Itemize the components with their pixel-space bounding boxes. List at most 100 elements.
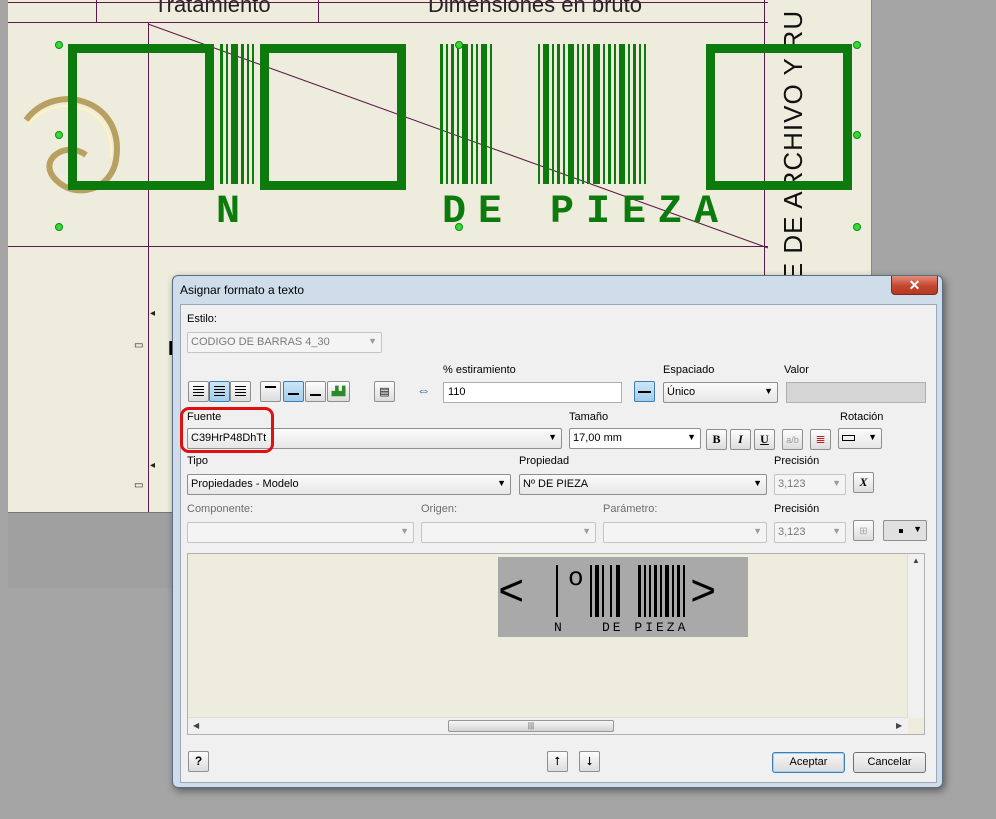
source-dropdown[interactable]: ▼ [421,522,596,543]
scroll-up-icon[interactable]: ▲ [912,556,920,565]
preview-text-n: N [554,620,565,635]
property-dropdown[interactable]: Nº DE PIEZA ▼ [519,474,767,495]
preview-bar [590,565,592,617]
style-dropdown[interactable]: CODIGO DE BARRAS 4_30 ▼ [187,332,382,353]
dimension-arrow-icon: ◂ [150,460,156,471]
accept-button[interactable]: Aceptar [772,752,845,773]
stack-fraction-button[interactable]: a/b [782,429,803,450]
chevron-down-icon: ▼ [687,432,696,442]
text-color-button[interactable]: ≣ [810,429,831,450]
preview-o-char: o [568,563,584,593]
type-dropdown[interactable]: Propiedades - Modelo ▼ [187,474,511,495]
align-center-icon [214,386,225,397]
insert-param-icon: ⊞ [859,526,868,537]
font-dropdown[interactable]: C39HrP48DhTt ▼ [187,428,562,449]
precision-dropdown[interactable]: 3,123 ▼ [774,474,846,495]
valign-middle-icon [288,393,299,395]
preview-text-de-pieza: DE PIEZA [602,620,689,635]
value-input[interactable] [786,382,926,403]
selection-grip[interactable] [853,131,861,139]
type-value: Propiedades - Modelo [191,478,299,490]
property-label: Propiedad [519,455,570,467]
selection-grip[interactable] [455,41,463,49]
text-frame-button[interactable]: ▤ [374,381,395,402]
add-parameter-button[interactable]: X [853,472,874,493]
baseline-button[interactable]: ▟▟ [327,381,350,402]
symbol-dropdown[interactable]: ▼ [883,520,927,541]
preview-bar [595,565,599,617]
chevron-down-icon: ▼ [832,478,841,488]
style-value: CODIGO DE BARRAS 4_30 [191,336,330,348]
align-right-icon [235,386,246,397]
selection-grip[interactable] [55,223,63,231]
scroll-thumb[interactable]: ||| [448,720,614,732]
close-button[interactable]: ✕ [891,276,938,295]
preview-bar [616,565,620,617]
preview-bar [610,565,612,617]
chevron-down-icon: ▼ [913,524,922,534]
preview-bar [654,565,657,617]
text-preview-area[interactable]: < o > N DE PIEZA ▲ ◀ ||| ▶ [187,553,925,735]
spacing-dropdown[interactable]: Único ▼ [663,382,778,403]
preview-horizontal-scrollbar[interactable]: ◀ ||| ▶ [188,717,908,734]
stretch-fit-button[interactable]: ⇔ [413,381,434,402]
spacing-icon [638,390,651,393]
precision-value: 3,123 [778,478,806,490]
cancel-button[interactable]: Cancelar [853,752,926,773]
add-parameter-disabled-button[interactable]: ⊞ [853,520,874,541]
spacing-label: Espaciado [663,364,715,376]
chevron-down-icon: ▼ [368,336,377,346]
precision2-dropdown[interactable]: 3,123 ▼ [774,522,846,543]
barcode-frame-box [260,44,406,190]
underline-button[interactable]: U [754,429,775,450]
size-dropdown[interactable]: 17,00 mm ▼ [569,428,701,449]
chevron-down-icon: ▼ [400,526,409,536]
type-label: Tipo [187,455,208,467]
valign-bottom-icon [310,394,321,396]
scroll-right-icon[interactable]: ▶ [896,721,902,730]
barcode-text-n: N [216,190,253,235]
barcode-preview: < o > N DE PIEZA [498,557,748,637]
component-dropdown[interactable]: ▼ [187,522,414,543]
valign-bottom-button[interactable] [305,381,326,402]
selection-grip[interactable] [853,41,861,49]
italic-button[interactable]: I [730,429,751,450]
arrow-down-icon: ⭣ [586,754,593,768]
selection-grip[interactable] [55,131,63,139]
scroll-left-icon[interactable]: ◀ [193,721,199,730]
parameter-label: Parámetro: [603,503,658,515]
precision-label: Precisión [774,455,820,467]
stretch-input[interactable]: 110 [443,382,622,403]
selection-grip[interactable] [853,223,861,231]
align-left-button[interactable] [188,381,209,402]
align-center-button[interactable] [209,381,230,402]
valign-middle-button[interactable] [283,381,304,402]
preview-bar [677,565,680,617]
barcode-bars [220,44,257,184]
valign-top-button[interactable] [260,381,281,402]
preview-left-chevron: < [498,569,525,619]
baseline-icon: ▟▟ [331,386,346,396]
chevron-down-icon: ▼ [868,432,877,442]
precision2-value: 3,123 [778,526,806,538]
move-up-button[interactable]: ⭡ [547,751,568,772]
rotation-dropdown[interactable]: ▼ [838,428,882,449]
preview-bar [660,565,662,617]
parameter-dropdown[interactable]: ▼ [603,522,767,543]
selection-grip[interactable] [455,223,463,231]
align-right-button[interactable] [230,381,251,402]
valign-top-icon [265,386,276,388]
bold-button[interactable]: B [706,429,727,450]
symbol-dot-icon [899,529,903,533]
preview-bar [672,565,674,617]
dimension-arrow-icon: ◂ [150,308,156,319]
barcode-end-box [706,44,852,190]
selection-grip[interactable] [55,41,63,49]
preview-right-chevron: > [690,569,717,619]
spacing-icon-button[interactable] [634,381,655,402]
dimension-arrow-icon: ▭ [134,340,144,351]
move-down-button[interactable]: ⭣ [579,751,600,772]
help-button[interactable]: ? [188,751,209,772]
precision2-label: Precisión [774,503,820,515]
preview-vertical-scrollbar[interactable]: ▲ [907,554,924,718]
